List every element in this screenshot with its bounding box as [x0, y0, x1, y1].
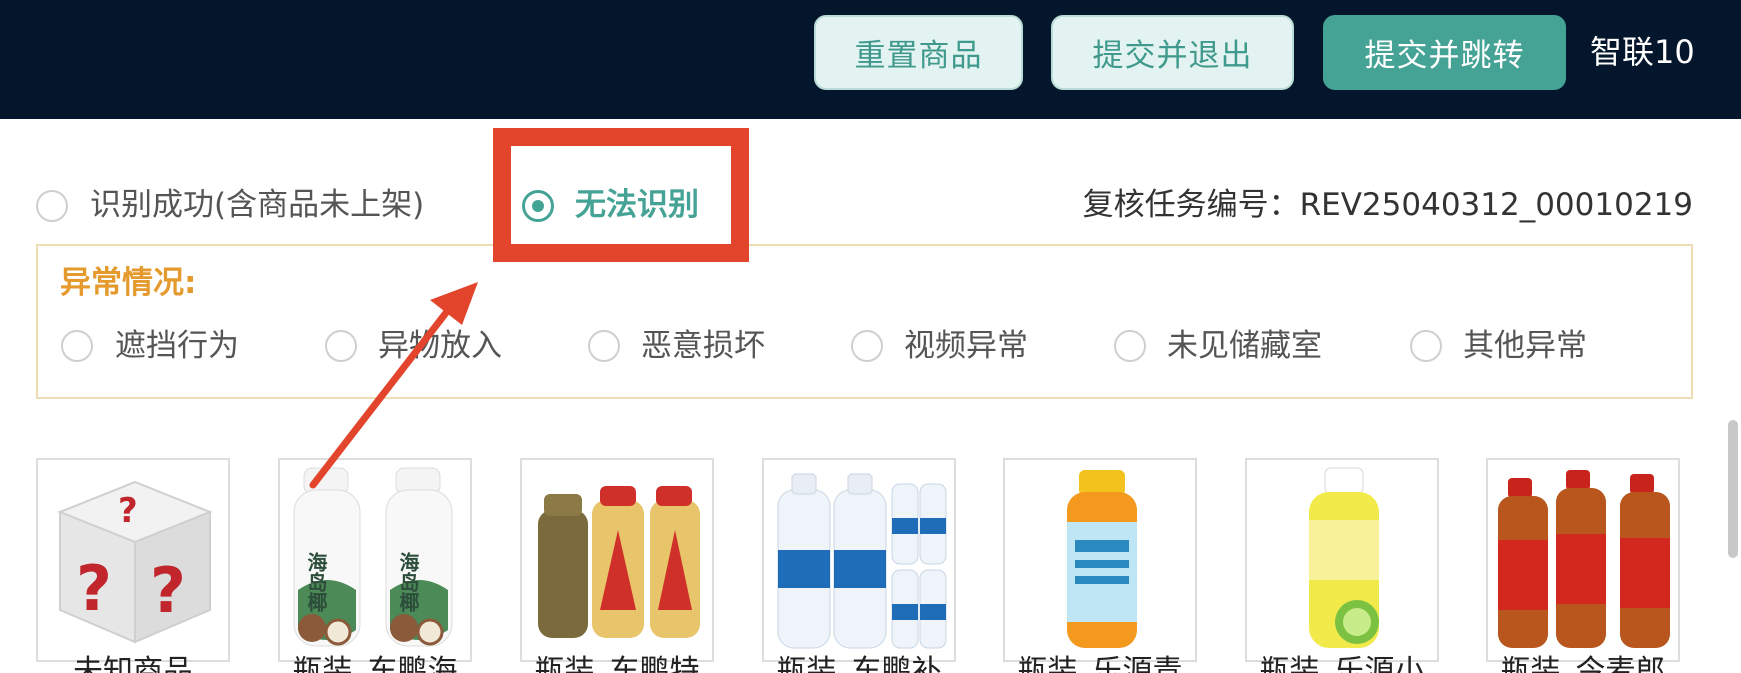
- top-header-bar: 重置商品 提交并退出 提交并跳转 智联10: [0, 0, 1741, 119]
- exception-radio-video[interactable]: [851, 330, 883, 362]
- product-card-water[interactable]: [762, 458, 956, 662]
- exception-label-video[interactable]: 视频异常: [904, 324, 1028, 368]
- product-name-unknown: 未知商品: [73, 654, 193, 673]
- exception-radio-occlusion[interactable]: [61, 330, 93, 362]
- svg-text:?: ?: [150, 554, 186, 627]
- exception-panel: [36, 244, 1693, 399]
- recognized-success-radio[interactable]: [36, 190, 68, 222]
- vertical-scrollbar[interactable]: [1728, 420, 1738, 558]
- product-name-orange-juice: 瓶装_乐源青: [1017, 654, 1183, 673]
- recognized-success-label[interactable]: 识别成功(含商品未上架): [90, 183, 424, 227]
- exception-label-storage[interactable]: 未见储藏室: [1167, 324, 1322, 368]
- product-card-coconut[interactable]: 海岛椰 海岛椰: [278, 458, 472, 662]
- task-number-value: REV25040312_00010219: [1299, 187, 1693, 223]
- orange-juice-bottle-icon: [1067, 470, 1137, 648]
- product-name-water: 瓶装_东鹏补: [776, 654, 942, 673]
- review-task-number: 复核任务编号：REV25040312_00010219: [1083, 183, 1693, 227]
- exception-label-occlusion[interactable]: 遮挡行为: [115, 324, 239, 368]
- product-name-iced-tea: 瓶装_今麦郎: [1500, 654, 1666, 673]
- question-cube-icon: ? ? ?: [57, 480, 213, 644]
- product-card-orange-juice[interactable]: [1003, 458, 1197, 662]
- product-name-energy-drink: 瓶装_东鹏特: [534, 654, 700, 673]
- energy-drink-bottle-icon: [538, 486, 700, 638]
- submit-and-jump-button[interactable]: 提交并跳转: [1323, 15, 1566, 90]
- exception-label-other[interactable]: 其他异常: [1463, 324, 1587, 368]
- product-card-energy-drink[interactable]: [520, 458, 714, 662]
- task-number-label: 复核任务编号：: [1082, 187, 1300, 223]
- svg-text:?: ?: [118, 491, 138, 531]
- svg-text:海岛椰: 海岛椰: [396, 551, 420, 613]
- exception-label-foreign-object[interactable]: 异物放入: [378, 324, 502, 368]
- svg-text:?: ?: [76, 552, 112, 625]
- exception-title: 异常情况:: [60, 265, 197, 301]
- lime-juice-bottle-icon: [1309, 467, 1379, 648]
- product-name-coconut: 瓶装_东鹏海: [292, 654, 458, 673]
- exception-radio-storage[interactable]: [1114, 330, 1146, 362]
- exception-label-damage[interactable]: 恶意损坏: [641, 324, 765, 368]
- coconut-bottle-icon: 海岛椰 海岛椰: [293, 467, 453, 647]
- submit-and-exit-button[interactable]: 提交并退出: [1051, 15, 1294, 90]
- exception-radio-foreign-object[interactable]: [325, 330, 357, 362]
- iced-tea-bottle-icon: [1498, 470, 1670, 648]
- reset-products-button[interactable]: 重置商品: [814, 15, 1023, 90]
- product-card-lime-juice[interactable]: [1245, 458, 1439, 662]
- review-page: 重置商品 提交并退出 提交并跳转 智联10 识别成功(含商品未上架) 无法识别 …: [0, 0, 1741, 673]
- annotation-highlight-box: [493, 128, 749, 262]
- product-name-lime-juice: 瓶装_乐源小: [1259, 654, 1425, 673]
- user-name: 智联10: [1590, 33, 1695, 71]
- water-bottle-icon: [777, 473, 947, 649]
- exception-radio-damage[interactable]: [588, 330, 620, 362]
- exception-radio-other[interactable]: [1410, 330, 1442, 362]
- product-card-unknown[interactable]: ? ? ?: [36, 458, 230, 662]
- svg-text:海岛椰: 海岛椰: [304, 551, 328, 613]
- product-card-iced-tea[interactable]: [1486, 458, 1680, 662]
